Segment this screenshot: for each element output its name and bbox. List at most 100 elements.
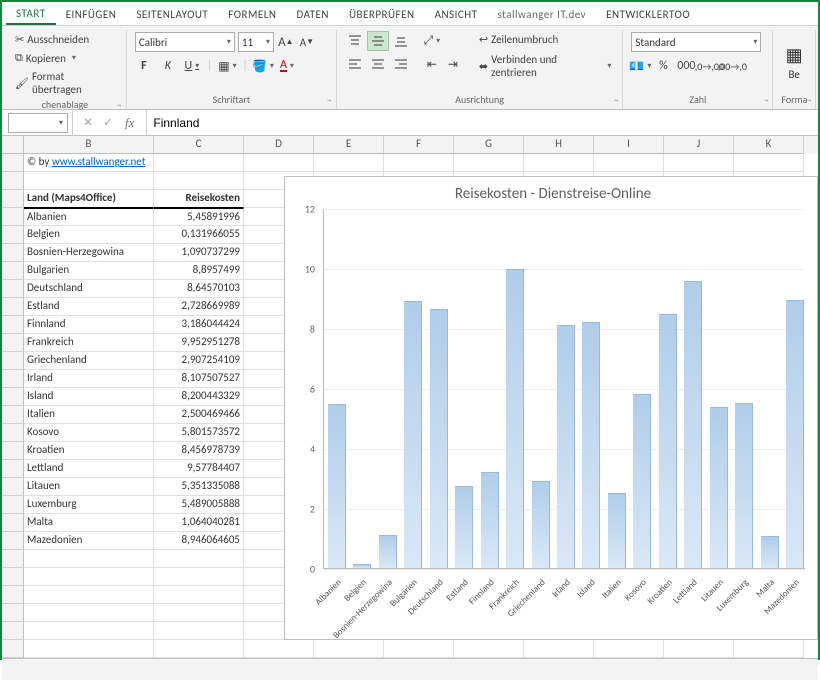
row-header[interactable] xyxy=(2,244,24,262)
chart-bar[interactable] xyxy=(532,481,550,568)
format-painter-button[interactable]: 🖌 Format übertragen xyxy=(12,69,118,97)
cell[interactable] xyxy=(244,640,314,658)
cell[interactable]: 2,500469466 xyxy=(154,406,244,424)
cell[interactable]: Estland xyxy=(24,298,154,316)
decrease-font-button[interactable]: A▼ xyxy=(298,33,316,51)
thousands-button[interactable]: 000 xyxy=(677,57,695,75)
cell[interactable]: Lettland xyxy=(24,460,154,478)
underline-button[interactable]: U▾ xyxy=(183,57,201,75)
cell[interactable] xyxy=(154,550,244,568)
chart-bar[interactable] xyxy=(430,309,448,568)
cell[interactable]: Kosovo xyxy=(24,424,154,442)
cell[interactable]: 5,489005888 xyxy=(154,496,244,514)
chart-bar[interactable] xyxy=(353,564,371,568)
font-name-combo[interactable]: Calibri▾ xyxy=(135,32,235,52)
fill-color-button[interactable]: 🪣▾ xyxy=(254,57,272,75)
column-header-B[interactable]: B xyxy=(24,136,154,154)
row-header[interactable] xyxy=(2,478,24,496)
cell[interactable]: Bosnien-Herzegowina xyxy=(24,244,154,262)
chart-bar[interactable] xyxy=(735,403,753,568)
orientation-button[interactable]: ⤢▾ xyxy=(423,32,441,50)
cell[interactable]: Griechenland xyxy=(24,352,154,370)
cell[interactable]: 1,064040281 xyxy=(154,514,244,532)
increase-decimal-button[interactable]: ,0→,00 xyxy=(700,57,718,75)
column-header-H[interactable]: H xyxy=(524,136,594,154)
tab-ueberpruefen[interactable]: ÜBERPRÜFEN xyxy=(339,4,425,25)
number-format-combo[interactable]: Standard▾ xyxy=(631,32,761,52)
row-header[interactable] xyxy=(2,352,24,370)
cell[interactable]: Finnland xyxy=(24,316,154,334)
copy-button[interactable]: ⧉ Kopieren ▾ xyxy=(12,50,118,66)
chart-bar[interactable] xyxy=(659,314,677,568)
column-header-K[interactable]: K xyxy=(734,136,804,154)
cell[interactable]: Mazedonien xyxy=(24,532,154,550)
cell[interactable] xyxy=(154,172,244,190)
cell[interactable]: Irland xyxy=(24,370,154,388)
cell[interactable] xyxy=(154,586,244,604)
row-header[interactable] xyxy=(2,208,24,226)
cell[interactable] xyxy=(594,154,664,172)
chart-bar[interactable] xyxy=(557,325,575,568)
increase-font-button[interactable]: A▲ xyxy=(277,33,295,51)
cell[interactable] xyxy=(314,640,384,658)
align-center-button[interactable] xyxy=(368,55,388,73)
row-header[interactable] xyxy=(2,388,24,406)
cell[interactable] xyxy=(24,622,154,640)
cell[interactable] xyxy=(24,586,154,604)
chart-bar[interactable] xyxy=(404,301,422,568)
italic-button[interactable]: K xyxy=(159,57,177,75)
cut-button[interactable]: ✂ Ausschneiden xyxy=(12,32,118,47)
align-top-button[interactable] xyxy=(345,32,365,50)
cell[interactable] xyxy=(154,622,244,640)
row-header[interactable] xyxy=(2,568,24,586)
tab-ansicht[interactable]: ANSICHT xyxy=(425,4,488,25)
accept-formula-button[interactable]: ✓ xyxy=(99,114,117,132)
row-header[interactable] xyxy=(2,172,24,190)
cell[interactable]: 5,45891996 xyxy=(154,208,244,226)
cell[interactable]: 9,57784407 xyxy=(154,460,244,478)
formula-input[interactable] xyxy=(147,110,818,135)
cell[interactable] xyxy=(24,604,154,622)
column-header-J[interactable]: J xyxy=(664,136,734,154)
border-button[interactable]: ▦▾ xyxy=(218,57,236,75)
cell[interactable] xyxy=(524,154,594,172)
cell[interactable] xyxy=(664,154,734,172)
align-left-button[interactable] xyxy=(345,55,365,73)
cell[interactable]: 8,64570103 xyxy=(154,280,244,298)
cell[interactable]: 5,351335088 xyxy=(154,478,244,496)
cell[interactable]: Deutschland xyxy=(24,280,154,298)
name-box[interactable]: ▾ xyxy=(8,113,68,133)
decrease-indent-button[interactable]: ⇤ xyxy=(423,55,441,73)
chart-bar[interactable] xyxy=(633,394,651,568)
tab-seitenlayout[interactable]: SEITENLAYOUT xyxy=(126,4,218,25)
row-header[interactable] xyxy=(2,154,24,172)
merge-center-button[interactable]: ⬌ Verbinden und zentrieren ▾ xyxy=(476,52,614,80)
row-header[interactable] xyxy=(2,424,24,442)
row-header[interactable] xyxy=(2,550,24,568)
tab-start[interactable]: START xyxy=(6,3,56,25)
cell[interactable]: Kroatien xyxy=(24,442,154,460)
chart-bar[interactable] xyxy=(582,322,600,568)
cell[interactable] xyxy=(384,640,454,658)
cell[interactable]: Italien xyxy=(24,406,154,424)
cell[interactable] xyxy=(24,568,154,586)
conditional-formatting-icon[interactable]: ▦ xyxy=(786,44,803,66)
cell[interactable] xyxy=(594,640,664,658)
cell[interactable] xyxy=(244,154,314,172)
row-header[interactable] xyxy=(2,640,24,658)
row-header[interactable] xyxy=(2,190,24,208)
cell[interactable]: 2,728669989 xyxy=(154,298,244,316)
row-header[interactable] xyxy=(2,316,24,334)
cell[interactable] xyxy=(154,640,244,658)
cell[interactable]: Litauen xyxy=(24,478,154,496)
bold-button[interactable]: F xyxy=(135,57,153,75)
cell[interactable]: Luxemburg xyxy=(24,496,154,514)
chart-bar[interactable] xyxy=(710,407,728,568)
row-header[interactable] xyxy=(2,280,24,298)
cell[interactable] xyxy=(24,172,154,190)
cell[interactable]: 8,200443329 xyxy=(154,388,244,406)
column-header-C[interactable]: C xyxy=(154,136,244,154)
cells-grid[interactable]: © by www.stallwanger.netLand (Maps4Offic… xyxy=(24,154,818,658)
cell[interactable] xyxy=(454,640,524,658)
row-header[interactable] xyxy=(2,298,24,316)
